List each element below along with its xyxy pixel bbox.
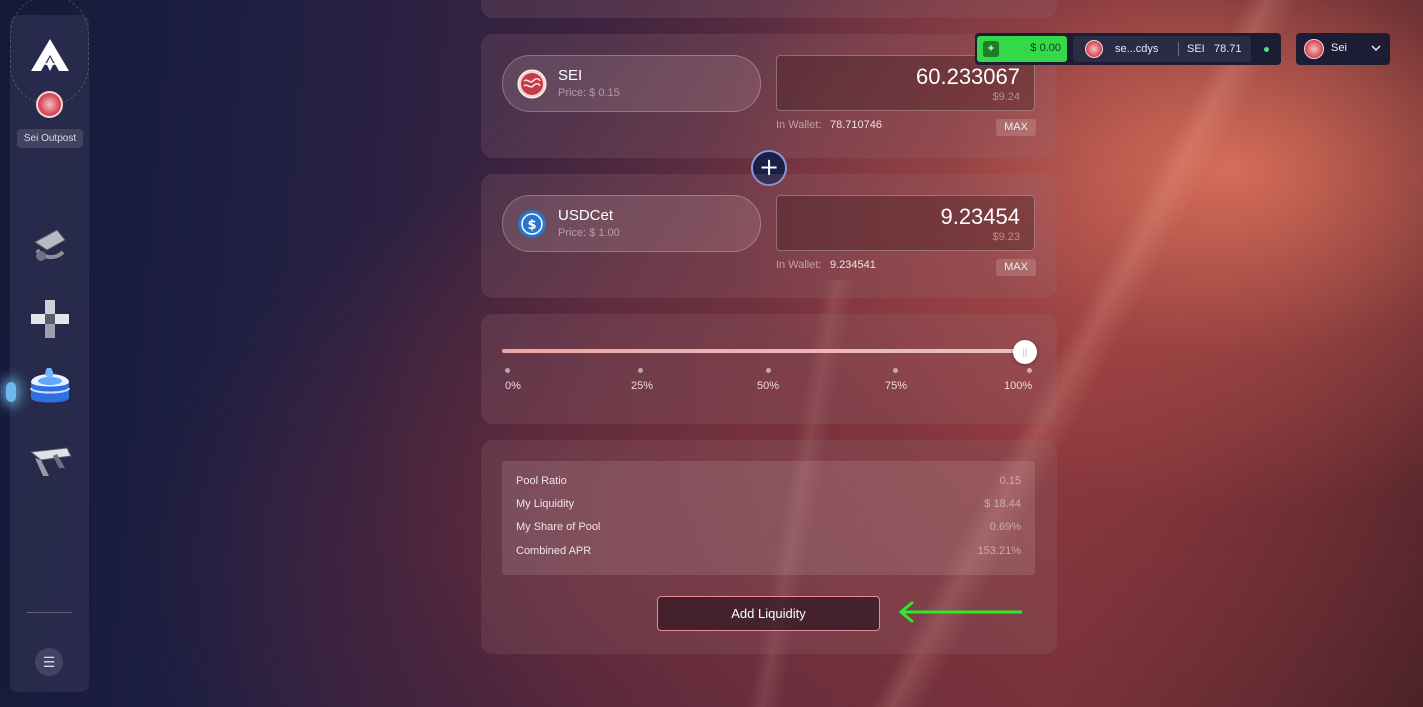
app-logo-icon[interactable] bbox=[29, 37, 71, 73]
network-name: Sei bbox=[1331, 42, 1347, 54]
token-selector-sei[interactable]: SEI Price: $ 0.15 bbox=[502, 55, 761, 112]
slider-tick[interactable] bbox=[1027, 368, 1032, 373]
points-icon: ✦ bbox=[983, 41, 999, 57]
network-selector[interactable]: Sei bbox=[1296, 33, 1390, 65]
token-name: USDCet bbox=[558, 207, 614, 224]
svg-text:$: $ bbox=[527, 218, 536, 233]
sidebar-divider bbox=[27, 612, 72, 613]
slider-tick[interactable] bbox=[505, 368, 510, 373]
balance-badge[interactable]: ✦ $ 0.00 bbox=[977, 36, 1067, 62]
sei-token-icon bbox=[517, 69, 547, 99]
sei-chain-icon[interactable] bbox=[36, 91, 63, 118]
pool-ratio-row: Pool Ratio 0.15 bbox=[516, 475, 1021, 491]
amount-usd-value: $9.24 bbox=[992, 91, 1020, 103]
slider-tick[interactable] bbox=[893, 368, 898, 373]
token-input-card-usdcet: $ USDCet Price: $ 1.00 9.23454 $9.23 In … bbox=[481, 174, 1057, 298]
amount-value: 60.233067 bbox=[916, 64, 1020, 89]
wallet-avatar-icon bbox=[1085, 40, 1103, 58]
info-value: 0.69% bbox=[989, 521, 1021, 533]
wallet-address: se...cdys bbox=[1115, 43, 1159, 55]
slider-thumb[interactable]: || bbox=[1013, 340, 1037, 364]
slider-tick[interactable] bbox=[638, 368, 643, 373]
usdc-token-icon: $ bbox=[518, 210, 546, 238]
max-button[interactable]: MAX bbox=[996, 119, 1036, 136]
wallet-balance-value: 9.234541 bbox=[830, 259, 876, 271]
info-label: My Liquidity bbox=[516, 498, 575, 510]
menu-icon[interactable]: ☰ bbox=[35, 648, 63, 676]
slider-tick-label[interactable]: 50% bbox=[757, 380, 779, 392]
wallet-balance-label: In Wallet: bbox=[776, 259, 822, 271]
token-input-card-sei: SEI Price: $ 0.15 60.233067 $9.24 In Wal… bbox=[481, 34, 1057, 158]
sei-network-icon bbox=[1304, 39, 1324, 59]
slider-tick-label[interactable]: 75% bbox=[885, 380, 907, 392]
token-name: SEI bbox=[558, 67, 583, 84]
divider bbox=[1178, 42, 1179, 56]
combined-apr-row: Combined APR 153.21% bbox=[516, 545, 1021, 561]
info-label: Pool Ratio bbox=[516, 475, 567, 487]
logo-area bbox=[10, 0, 89, 125]
add-liquidity-button[interactable]: Add Liquidity bbox=[657, 596, 880, 631]
slider-tick-label[interactable]: 100% bbox=[1004, 380, 1032, 392]
wallet-balance-value: 78.710746 bbox=[830, 119, 882, 131]
slider-tick[interactable] bbox=[766, 368, 771, 373]
previous-card-partial bbox=[481, 0, 1057, 18]
amount-usd-value: $9.23 bbox=[992, 231, 1020, 243]
liquidity-icon[interactable] bbox=[27, 366, 73, 412]
max-button[interactable]: MAX bbox=[996, 259, 1036, 276]
connection-status-icon bbox=[1264, 47, 1269, 52]
arrow-left-icon bbox=[898, 600, 1022, 624]
token-price: Price: $ 1.00 bbox=[558, 227, 620, 239]
chain-label: Sei Outpost bbox=[17, 129, 83, 148]
token-selector-usdcet[interactable]: $ USDCet Price: $ 1.00 bbox=[502, 195, 761, 252]
my-liquidity-row: My Liquidity $ 18.44 bbox=[516, 498, 1021, 514]
info-value: $ 18.44 bbox=[984, 498, 1021, 510]
swap-icon[interactable] bbox=[27, 222, 73, 268]
sidebar: Sei Outpost ☰ bbox=[6, 0, 89, 692]
active-nav-indicator bbox=[6, 382, 16, 402]
bridge-icon[interactable] bbox=[27, 438, 73, 484]
wallet-token-balance: 78.71 bbox=[1214, 43, 1242, 55]
pools-icon[interactable] bbox=[27, 296, 73, 342]
info-label: My Share of Pool bbox=[516, 521, 601, 533]
chevron-down-icon bbox=[1371, 45, 1381, 52]
wallet-address-button[interactable]: se...cdys SEI 78.71 bbox=[1073, 36, 1251, 62]
amount-value: 9.23454 bbox=[940, 204, 1020, 229]
wallet-token-symbol: SEI bbox=[1187, 43, 1205, 55]
info-value: 0.15 bbox=[999, 475, 1021, 487]
slider-track[interactable] bbox=[502, 349, 1024, 353]
share-of-pool-row: My Share of Pool 0.69% bbox=[516, 521, 1021, 537]
pool-info-box: Pool Ratio 0.15 My Liquidity $ 18.44 My … bbox=[502, 461, 1035, 575]
balance-value: $ 0.00 bbox=[1030, 42, 1061, 54]
slider-tick-label[interactable]: 25% bbox=[631, 380, 653, 392]
amount-input-usdcet[interactable]: 9.23454 $9.23 bbox=[776, 195, 1035, 251]
percentage-slider-card: || 0% 25% 50% 75% 100% bbox=[481, 314, 1057, 424]
wallet-status-bar: ✦ $ 0.00 se...cdys SEI 78.71 bbox=[975, 33, 1281, 65]
wallet-balance-label: In Wallet: bbox=[776, 119, 822, 131]
token-price: Price: $ 0.15 bbox=[558, 87, 620, 99]
info-value: 153.21% bbox=[977, 545, 1021, 557]
info-label: Combined APR bbox=[516, 545, 592, 557]
slider-tick-label[interactable]: 0% bbox=[505, 380, 521, 392]
